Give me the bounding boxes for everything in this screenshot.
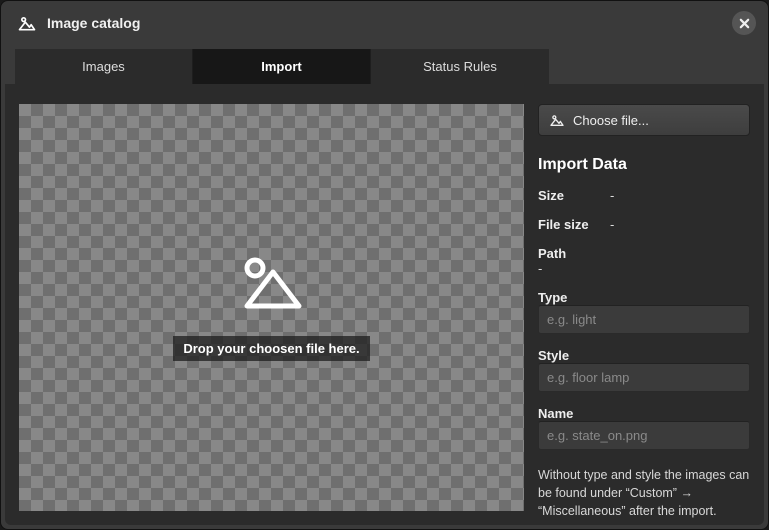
filesize-value: - — [610, 217, 614, 232]
name-input[interactable] — [538, 421, 750, 450]
type-label: Type — [538, 290, 750, 305]
image-catalog-dialog: Image catalog Images Import Status Rules… — [0, 0, 769, 530]
size-value: - — [610, 188, 614, 203]
file-dropzone[interactable]: Drop your choosen file here. — [19, 104, 524, 511]
image-placeholder-icon — [233, 254, 311, 312]
size-row: Size - — [538, 188, 750, 203]
tab-status-rules[interactable]: Status Rules — [371, 49, 549, 84]
name-block: Name — [538, 402, 750, 450]
type-input[interactable] — [538, 305, 750, 334]
choose-file-label: Choose file... — [573, 113, 649, 128]
filesize-row: File size - — [538, 217, 750, 232]
choose-file-button[interactable]: Choose file... — [538, 104, 750, 136]
close-button[interactable] — [732, 11, 756, 35]
tab-images[interactable]: Images — [15, 49, 193, 84]
tab-import[interactable]: Import — [193, 49, 371, 84]
size-label: Size — [538, 188, 610, 203]
tab-status-rules-label: Status Rules — [423, 59, 497, 74]
path-block: Path - — [538, 242, 750, 276]
path-label: Path — [538, 246, 750, 261]
dialog-title: Image catalog — [47, 15, 722, 31]
filesize-label: File size — [538, 217, 610, 232]
tab-images-label: Images — [82, 59, 125, 74]
image-icon — [549, 112, 565, 128]
tabbar: Images Import Status Rules — [1, 43, 768, 84]
import-help-text: Without type and style the images can be… — [538, 466, 750, 520]
name-label: Name — [538, 406, 750, 421]
import-sidepanel: Choose file... Import Data Size - File s… — [538, 104, 750, 511]
type-block: Type — [538, 286, 750, 334]
titlebar: Image catalog — [1, 1, 768, 43]
close-icon — [739, 18, 750, 29]
dropzone-caption: Drop your choosen file here. — [173, 336, 369, 361]
path-value: - — [538, 261, 750, 276]
dialog-body: Drop your choosen file here. Choose file… — [5, 84, 764, 525]
import-data-heading: Import Data — [538, 156, 750, 174]
tab-import-label: Import — [261, 59, 301, 74]
image-icon — [17, 13, 37, 33]
style-block: Style — [538, 344, 750, 392]
style-input[interactable] — [538, 363, 750, 392]
style-label: Style — [538, 348, 750, 363]
